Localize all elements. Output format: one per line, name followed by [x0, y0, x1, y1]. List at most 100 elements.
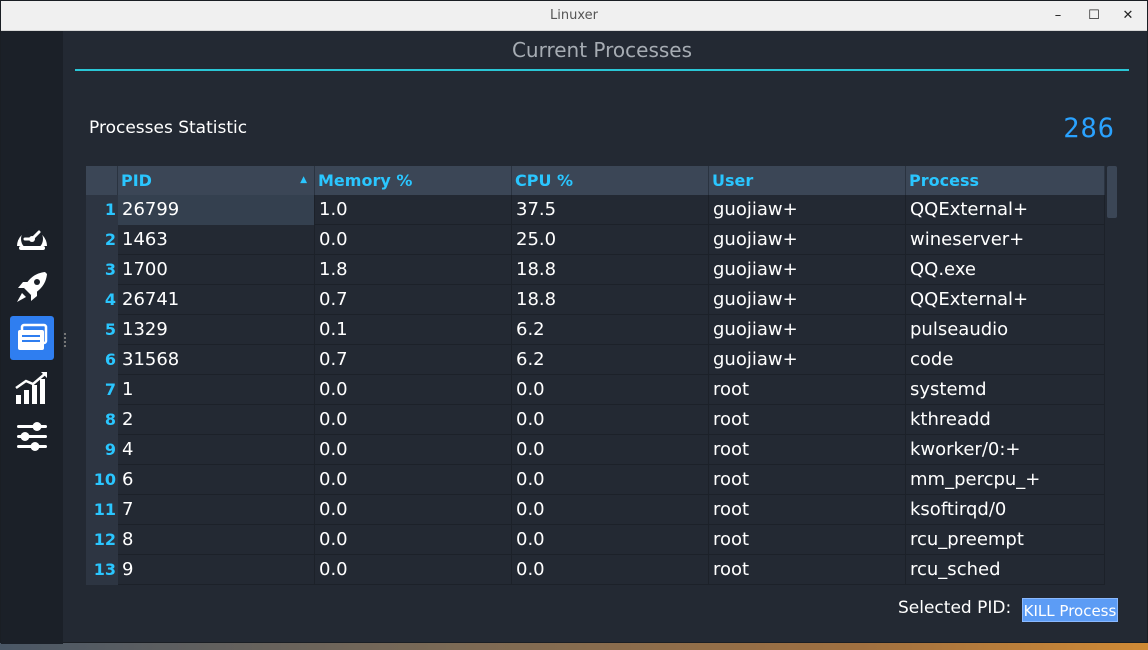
row-number[interactable]: 12	[86, 525, 118, 555]
row-number[interactable]: 1	[86, 195, 118, 225]
cell-mem[interactable]: 0.0	[315, 375, 512, 405]
cell-cpu[interactable]: 0.0	[512, 525, 709, 555]
row-number[interactable]: 13	[86, 555, 118, 585]
cell-mem[interactable]: 1.0	[315, 195, 512, 225]
cell-user[interactable]: guojiaw+	[709, 225, 906, 255]
table-row[interactable]: 9 4 0.0 0.0 root kworker/0:+	[86, 435, 1105, 465]
cell-cpu[interactable]: 0.0	[512, 465, 709, 495]
close-button[interactable]: ✕	[1117, 5, 1139, 27]
cell-pid[interactable]: 9	[118, 555, 315, 585]
row-number[interactable]: 10	[86, 465, 118, 495]
cell-user[interactable]: root	[709, 495, 906, 525]
row-number[interactable]: 11	[86, 495, 118, 525]
cell-user[interactable]: root	[709, 525, 906, 555]
table-row[interactable]: 6 31568 0.7 6.2 guojiaw+ code	[86, 345, 1105, 375]
cell-mem[interactable]: 0.0	[315, 525, 512, 555]
cell-pid[interactable]: 26741	[118, 285, 315, 315]
cell-proc[interactable]: QQExternal+	[906, 195, 1105, 225]
row-number[interactable]: 2	[86, 225, 118, 255]
cell-pid[interactable]: 1463	[118, 225, 315, 255]
table-row[interactable]: 7 1 0.0 0.0 root systemd	[86, 375, 1105, 405]
cell-mem[interactable]: 0.0	[315, 405, 512, 435]
cell-mem[interactable]: 0.0	[315, 225, 512, 255]
column-header-pid[interactable]: PID ▲	[118, 166, 315, 195]
cell-pid[interactable]: 2	[118, 405, 315, 435]
cell-mem[interactable]: 0.0	[315, 435, 512, 465]
row-number[interactable]: 8	[86, 405, 118, 435]
row-number[interactable]: 9	[86, 435, 118, 465]
cell-user[interactable]: guojiaw+	[709, 255, 906, 285]
sidebar-item-startup[interactable]	[10, 265, 54, 309]
cell-cpu[interactable]: 0.0	[512, 405, 709, 435]
table-row[interactable]: 13 9 0.0 0.0 root rcu_sched	[86, 555, 1105, 585]
cell-user[interactable]: guojiaw+	[709, 285, 906, 315]
cell-user[interactable]: root	[709, 435, 906, 465]
table-row[interactable]: 8 2 0.0 0.0 root kthreadd	[86, 405, 1105, 435]
row-number[interactable]: 6	[86, 345, 118, 375]
table-row[interactable]: 3 1700 1.8 18.8 guojiaw+ QQ.exe	[86, 255, 1105, 285]
cell-user[interactable]: root	[709, 555, 906, 585]
column-header-memory[interactable]: Memory %	[315, 166, 512, 195]
cell-proc[interactable]: systemd	[906, 375, 1105, 405]
cell-pid[interactable]: 1329	[118, 315, 315, 345]
cell-mem[interactable]: 0.0	[315, 495, 512, 525]
cell-proc[interactable]: mm_percpu_+	[906, 465, 1105, 495]
cell-cpu[interactable]: 6.2	[512, 345, 709, 375]
cell-user[interactable]: guojiaw+	[709, 315, 906, 345]
cell-proc[interactable]: code	[906, 345, 1105, 375]
cell-proc[interactable]: rcu_sched	[906, 555, 1105, 585]
table-row[interactable]: 5 1329 0.1 6.2 guojiaw+ pulseaudio	[86, 315, 1105, 345]
cell-proc[interactable]: kworker/0:+	[906, 435, 1105, 465]
cell-cpu[interactable]: 18.8	[512, 255, 709, 285]
table-row[interactable]: 2 1463 0.0 25.0 guojiaw+ wineserver+	[86, 225, 1105, 255]
sidebar-splitter[interactable]	[63, 331, 67, 349]
row-number[interactable]: 4	[86, 285, 118, 315]
cell-mem[interactable]: 0.7	[315, 345, 512, 375]
cell-proc[interactable]: wineserver+	[906, 225, 1105, 255]
sidebar-item-processes[interactable]	[10, 316, 54, 360]
cell-pid[interactable]: 1	[118, 375, 315, 405]
kill-process-button[interactable]: KILL Process	[1022, 598, 1118, 622]
column-header-user[interactable]: User	[709, 166, 906, 195]
column-header-cpu[interactable]: CPU %	[512, 166, 709, 195]
minimize-button[interactable]: –	[1047, 5, 1069, 27]
row-number[interactable]: 3	[86, 255, 118, 285]
cell-mem[interactable]: 0.7	[315, 285, 512, 315]
sidebar-item-dashboard[interactable]	[10, 215, 54, 259]
table-corner[interactable]	[86, 166, 118, 195]
table-row[interactable]: 4 26741 0.7 18.8 guojiaw+ QQExternal+	[86, 285, 1105, 315]
cell-proc[interactable]: rcu_preempt	[906, 525, 1105, 555]
cell-cpu[interactable]: 25.0	[512, 225, 709, 255]
row-number[interactable]: 7	[86, 375, 118, 405]
table-row[interactable]: 1 26799 1.0 37.5 guojiaw+ QQExternal+	[86, 195, 1105, 225]
sidebar-item-settings[interactable]	[10, 415, 54, 459]
table-row[interactable]: 11 7 0.0 0.0 root ksoftirqd/0	[86, 495, 1105, 525]
cell-user[interactable]: root	[709, 405, 906, 435]
cell-pid[interactable]: 8	[118, 525, 315, 555]
cell-mem[interactable]: 0.1	[315, 315, 512, 345]
cell-proc[interactable]: kthreadd	[906, 405, 1105, 435]
cell-mem[interactable]: 1.8	[315, 255, 512, 285]
cell-cpu[interactable]: 0.0	[512, 495, 709, 525]
cell-pid[interactable]: 31568	[118, 345, 315, 375]
cell-user[interactable]: root	[709, 465, 906, 495]
cell-user[interactable]: guojiaw+	[709, 195, 906, 225]
cell-proc[interactable]: QQ.exe	[906, 255, 1105, 285]
column-header-process[interactable]: Process	[906, 166, 1105, 195]
cell-cpu[interactable]: 18.8	[512, 285, 709, 315]
cell-pid[interactable]: 1700	[118, 255, 315, 285]
cell-pid[interactable]: 4	[118, 435, 315, 465]
cell-mem[interactable]: 0.0	[315, 465, 512, 495]
row-number[interactable]: 5	[86, 315, 118, 345]
cell-user[interactable]: root	[709, 375, 906, 405]
cell-cpu[interactable]: 0.0	[512, 375, 709, 405]
cell-pid[interactable]: 6	[118, 465, 315, 495]
cell-user[interactable]: guojiaw+	[709, 345, 906, 375]
table-row[interactable]: 12 8 0.0 0.0 root rcu_preempt	[86, 525, 1105, 555]
cell-cpu[interactable]: 37.5	[512, 195, 709, 225]
vertical-scrollbar[interactable]	[1107, 166, 1117, 218]
cell-proc[interactable]: QQExternal+	[906, 285, 1105, 315]
cell-cpu[interactable]: 6.2	[512, 315, 709, 345]
cell-proc[interactable]: ksoftirqd/0	[906, 495, 1105, 525]
maximize-button[interactable]: ☐	[1083, 5, 1105, 27]
